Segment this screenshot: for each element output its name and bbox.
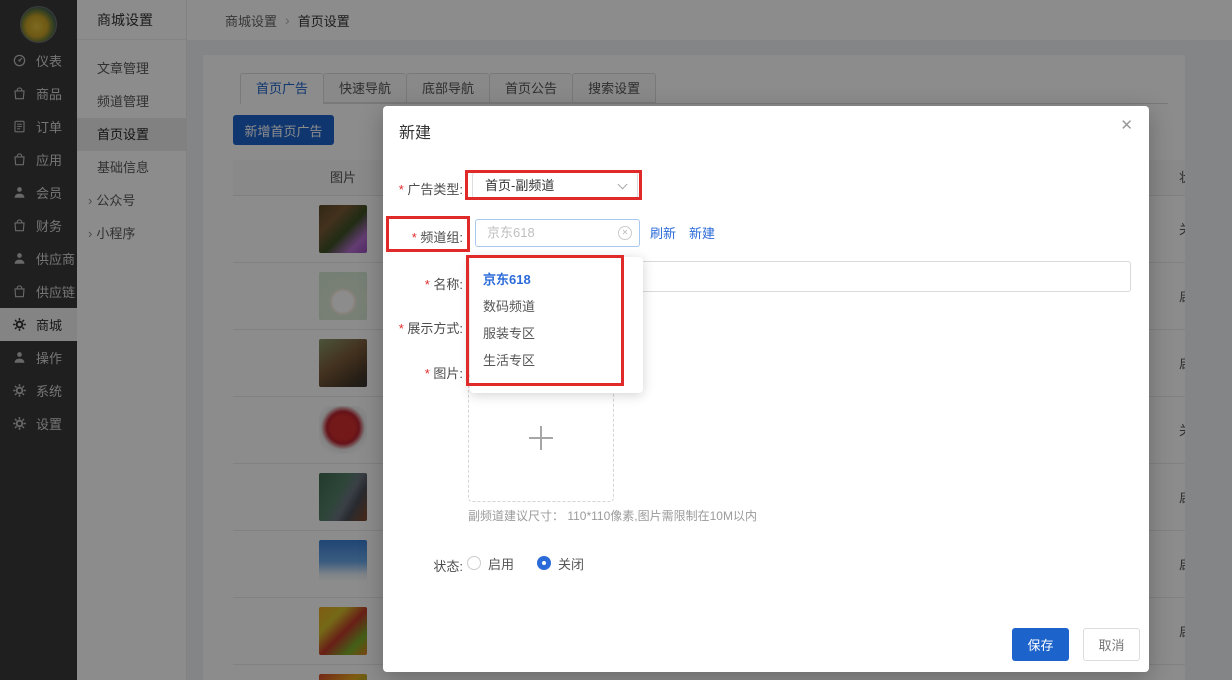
channel-group-label: 频道组:: [383, 227, 463, 246]
status-radio-enabled[interactable]: 启用: [467, 555, 514, 571]
ad-type-select[interactable]: 首页-副频道: [472, 172, 638, 199]
chevron-down-icon: [618, 180, 628, 190]
refresh-link[interactable]: 刷新: [650, 220, 676, 248]
radio-checked-icon: [537, 556, 551, 570]
channel-group-input[interactable]: 京东618 ✕: [475, 219, 640, 247]
status-radio-disabled[interactable]: 关闭: [537, 555, 584, 571]
ad-type-value: 首页-副频道: [485, 178, 554, 193]
dropdown-option-digital[interactable]: 数码频道: [470, 293, 643, 320]
close-icon[interactable]: ✕: [1120, 118, 1133, 133]
app-root: 仪表 商品 订单 应用 会员 财务: [0, 0, 1232, 680]
dropdown-option-jd618[interactable]: 京东618: [470, 266, 643, 293]
clear-input-icon[interactable]: ✕: [618, 226, 632, 240]
radio-icon: [467, 556, 481, 570]
image-label: 图片:: [383, 363, 463, 382]
image-upload-box[interactable]: [468, 374, 614, 502]
new-channel-link[interactable]: 新建: [689, 220, 715, 248]
modal-title: 新建: [399, 119, 431, 143]
channel-group-dropdown: 京东618 数码频道 服装专区 生活专区: [470, 257, 643, 393]
cancel-button[interactable]: 取消: [1083, 628, 1140, 661]
channel-group-value: 京东618: [487, 225, 535, 240]
create-modal: 新建 ✕ 广告类型: 首页-副频道 频道组: 京东618 ✕ 刷新 新建 名称:…: [383, 106, 1149, 672]
channel-group-actions: 刷新 新建: [650, 220, 715, 248]
save-button[interactable]: 保存: [1012, 628, 1069, 661]
ad-type-label: 广告类型:: [383, 179, 463, 198]
display-mode-label: 展示方式:: [383, 318, 463, 337]
dropdown-option-life[interactable]: 生活专区: [470, 347, 643, 374]
plus-icon: [529, 426, 553, 450]
upload-hint: 副频道建议尺寸： 110*110像素,图片需限制在10M以内: [468, 507, 757, 524]
status-label: 状态:: [383, 556, 463, 575]
dropdown-option-clothing[interactable]: 服装专区: [470, 320, 643, 347]
name-label: 名称:: [383, 274, 463, 293]
